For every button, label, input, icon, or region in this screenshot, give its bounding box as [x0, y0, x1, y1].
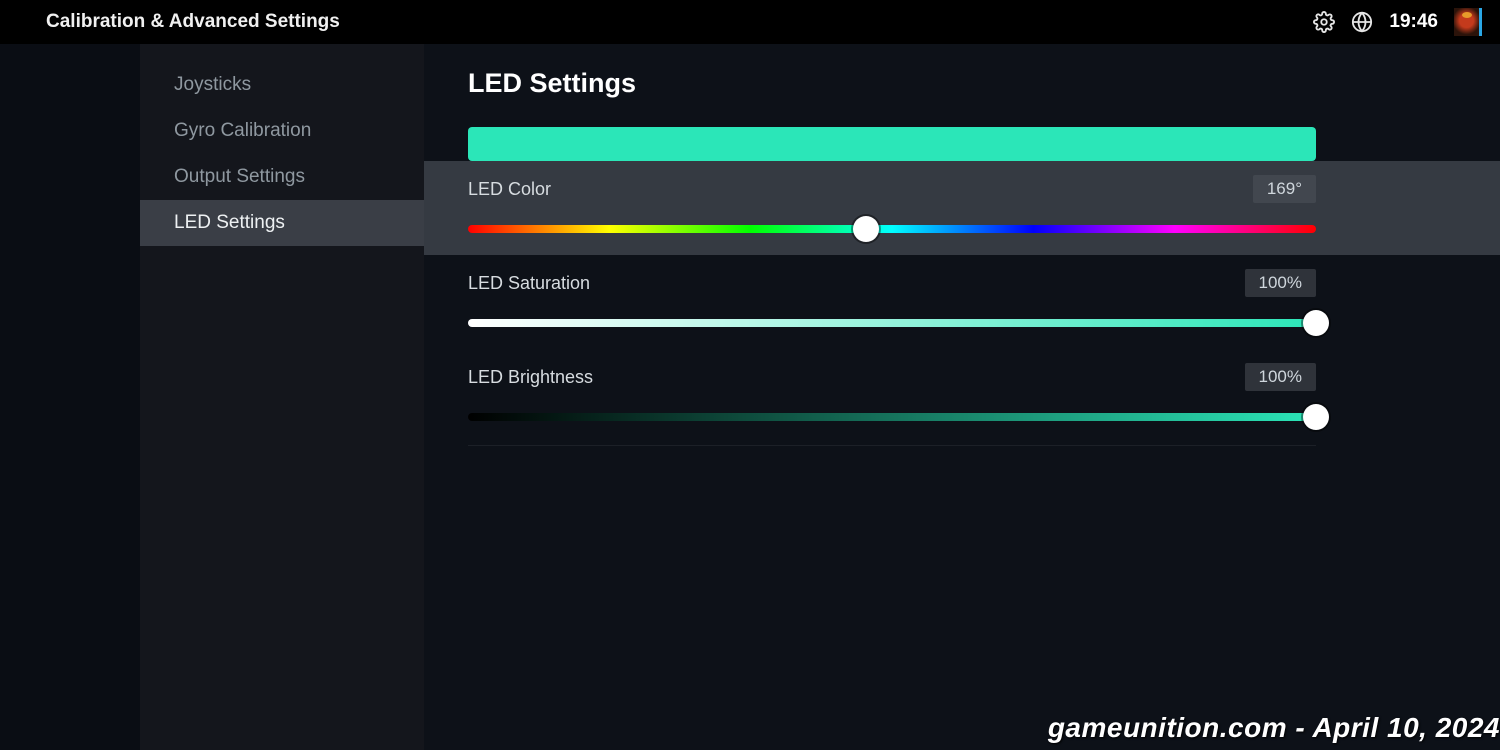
led-saturation-slider-thumb[interactable] — [1303, 310, 1329, 336]
settings-gear-icon[interactable] — [1313, 11, 1335, 33]
led-brightness-slider-thumb[interactable] — [1303, 404, 1329, 430]
brightness-track — [468, 413, 1316, 421]
header-right-group: 19:46 — [1313, 8, 1482, 36]
left-gutter — [0, 44, 140, 750]
led-brightness-setting: LED Brightness 100% — [468, 349, 1456, 443]
settings-sidebar: Joysticks Gyro Calibration Output Settin… — [140, 44, 424, 750]
main-content: LED Settings LED Color 169° LED Saturati… — [424, 44, 1500, 750]
led-saturation-label: LED Saturation — [468, 273, 590, 294]
led-saturation-value: 100% — [1245, 269, 1316, 297]
led-brightness-label: LED Brightness — [468, 367, 593, 388]
header-clock: 19:46 — [1389, 11, 1438, 33]
sidebar-item-joysticks[interactable]: Joysticks — [140, 62, 424, 108]
header-bar: Calibration & Advanced Settings 19:46 — [0, 0, 1500, 44]
watermark-text: gameunition.com - April 10, 2024 — [1048, 712, 1500, 744]
led-brightness-slider[interactable] — [468, 409, 1316, 425]
sidebar-item-led-settings[interactable]: LED Settings — [140, 200, 424, 246]
user-avatar[interactable] — [1454, 8, 1482, 36]
led-saturation-slider[interactable] — [468, 315, 1316, 331]
hue-track — [468, 225, 1316, 233]
led-brightness-value: 100% — [1245, 363, 1316, 391]
page-breadcrumb-title: Calibration & Advanced Settings — [18, 11, 340, 33]
led-color-slider-thumb[interactable] — [853, 216, 879, 242]
led-color-preview — [468, 127, 1316, 161]
led-color-slider[interactable] — [468, 221, 1316, 237]
sidebar-item-output-settings[interactable]: Output Settings — [140, 154, 424, 200]
network-globe-icon[interactable] — [1351, 11, 1373, 33]
led-saturation-setting: LED Saturation 100% — [468, 255, 1456, 349]
led-color-value: 169° — [1253, 175, 1316, 203]
section-title: LED Settings — [468, 68, 1456, 99]
led-color-setting: LED Color 169° — [424, 161, 1500, 255]
section-divider — [468, 445, 1316, 446]
saturation-track — [468, 319, 1316, 327]
sidebar-item-gyro-calibration[interactable]: Gyro Calibration — [140, 108, 424, 154]
led-color-label: LED Color — [468, 179, 551, 200]
